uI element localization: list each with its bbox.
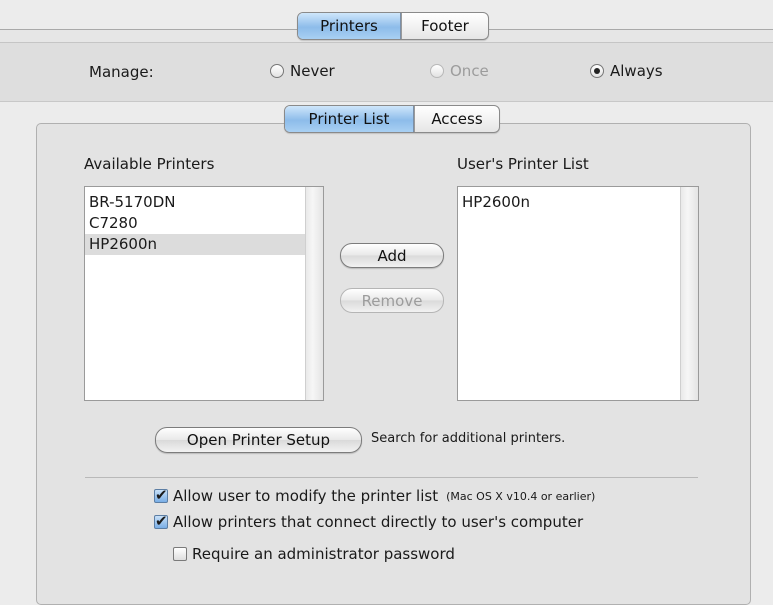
open-printer-setup-button[interactable]: Open Printer Setup bbox=[155, 427, 362, 453]
option-modify-printer-list[interactable]: Allow user to modify the printer list (M… bbox=[154, 486, 596, 505]
radio-once[interactable]: Once bbox=[430, 62, 489, 80]
option-require-admin-password[interactable]: Require an administrator password bbox=[173, 545, 455, 563]
top-segmented-control: Printers Footer bbox=[297, 12, 489, 40]
setup-hint-text: Search for additional printers. bbox=[371, 431, 566, 446]
tab-printer-list[interactable]: Printer List bbox=[285, 106, 414, 132]
radio-once-button[interactable] bbox=[430, 64, 444, 78]
list-item[interactable]: HP2600n bbox=[458, 192, 681, 213]
radio-once-label: Once bbox=[450, 62, 489, 80]
radio-always-label: Always bbox=[610, 62, 663, 80]
radio-never-button[interactable] bbox=[270, 64, 284, 78]
available-printers-scrollbar[interactable] bbox=[305, 187, 323, 400]
checkbox-require-admin-password[interactable] bbox=[173, 547, 187, 561]
available-printers-list[interactable]: BR-5170DN C7280 HP2600n bbox=[84, 186, 324, 401]
available-printers-title: Available Printers bbox=[84, 155, 215, 173]
remove-button[interactable]: Remove bbox=[340, 288, 444, 313]
list-item[interactable]: C7280 bbox=[85, 213, 306, 234]
inner-segmented-control: Printer List Access bbox=[284, 105, 500, 133]
add-button[interactable]: Add bbox=[340, 243, 444, 268]
list-item-selected[interactable]: HP2600n bbox=[85, 234, 306, 255]
radio-never[interactable]: Never bbox=[270, 62, 335, 80]
checkbox-allow-direct-printers[interactable] bbox=[154, 512, 168, 530]
list-item[interactable]: BR-5170DN bbox=[85, 192, 306, 213]
tab-footer[interactable]: Footer bbox=[401, 13, 488, 39]
users-printer-list[interactable]: HP2600n bbox=[457, 186, 699, 401]
radio-always-button[interactable] bbox=[590, 64, 604, 78]
option-require-admin-password-label: Require an administrator password bbox=[192, 545, 455, 563]
users-printer-list-title: User's Printer List bbox=[457, 155, 589, 173]
option-allow-direct-printers[interactable]: Allow printers that connect directly to … bbox=[154, 512, 584, 531]
radio-always[interactable]: Always bbox=[590, 62, 663, 80]
separator bbox=[85, 477, 698, 478]
users-printer-list-scrollbar[interactable] bbox=[680, 187, 698, 400]
tab-access[interactable]: Access bbox=[414, 106, 499, 132]
checkbox-modify-printer-list[interactable] bbox=[154, 486, 168, 504]
tab-printers[interactable]: Printers bbox=[298, 13, 401, 39]
option-allow-direct-printers-label: Allow printers that connect directly to … bbox=[173, 513, 584, 531]
option-modify-printer-list-label: Allow user to modify the printer list bbox=[173, 487, 439, 505]
radio-never-label: Never bbox=[290, 62, 335, 80]
option-modify-printer-list-note: (Mac OS X v10.4 or earlier) bbox=[446, 489, 596, 503]
manage-label: Manage: bbox=[89, 63, 154, 81]
